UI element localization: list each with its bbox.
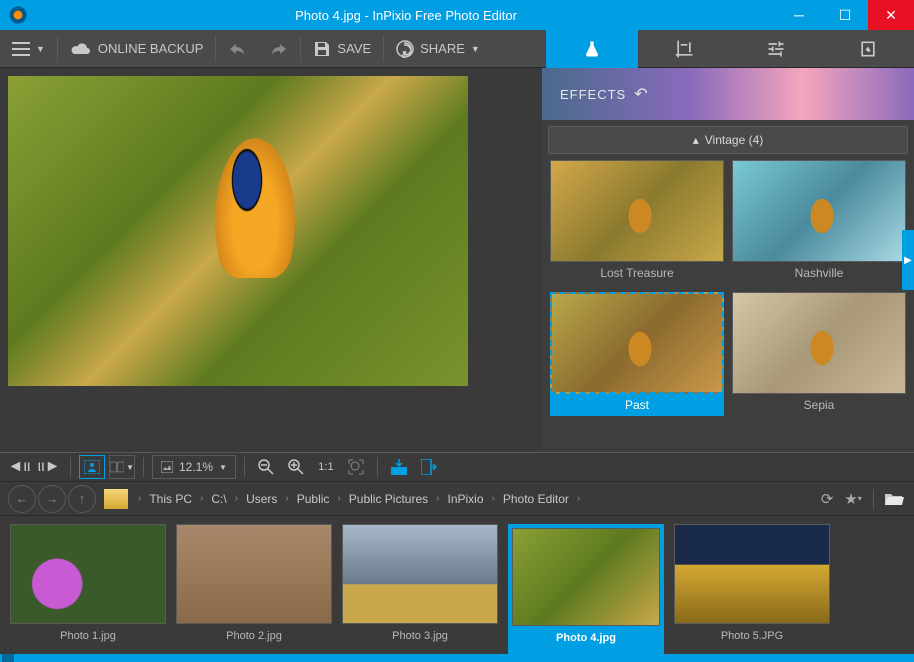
prev-image-button[interactable]: ◄ιι [6,455,32,479]
zoom-actual-button[interactable]: 1:1 [313,455,339,479]
thumb-photo-1[interactable]: Photo 1.jpg [10,524,166,654]
export-button[interactable] [416,455,442,479]
effect-past[interactable]: Past [550,292,724,416]
crumb-drive[interactable]: C:\ [207,492,230,506]
redo-icon [270,42,288,56]
redo-button[interactable] [258,30,300,68]
thumbnail-image [512,528,660,626]
chevron-up-icon: ▴ [693,133,699,147]
share-icon [396,40,414,58]
export-icon [421,459,437,475]
effect-thumbnail [550,292,724,394]
zoom-fit-button[interactable] [343,455,369,479]
image-icon [161,461,173,473]
thumbnail-strip: Photo 1.jpg Photo 2.jpg Photo 3.jpg Phot… [0,516,914,654]
compare-icon [110,460,124,474]
crumb-public[interactable]: Public [293,492,334,506]
thumbnail-image [10,524,166,624]
close-button[interactable]: ✕ [868,0,914,30]
effect-thumbnail [550,160,724,262]
online-backup-button[interactable]: ONLINE BACKUP [58,30,215,68]
compare-view-button[interactable]: ▼ [109,455,135,479]
zoom-toolbar: ◄ιι ιι► ▼ 12.1% ▼ 1:1 [0,452,914,482]
main-image[interactable] [8,76,468,386]
effects-category-toggle[interactable]: ▴ Vintage (4) [548,126,908,154]
crumb-photo-editor[interactable]: Photo Editor [499,492,573,506]
frame-icon [858,39,878,59]
crumb-users[interactable]: Users [242,492,281,506]
import-icon [391,459,407,475]
effects-header: EFFECTS ↶ [542,68,914,120]
next-image-button[interactable]: ιι► [36,455,62,479]
open-folder-button[interactable] [882,487,906,511]
effect-nashville[interactable]: Nashville [732,160,906,284]
panel-expand-handle[interactable]: ▶ [902,230,914,290]
main-toolbar: ▼ ONLINE BACKUP SAVE SHARE ▼ [0,30,914,68]
sliders-icon [766,39,786,59]
minimize-button[interactable]: ─ [776,0,822,30]
menu-button[interactable]: ▼ [0,30,57,68]
status-bar [0,654,914,662]
nav-forward-button[interactable]: → [38,485,66,513]
effect-lost-treasure[interactable]: Lost Treasure [550,160,724,284]
share-button[interactable]: SHARE ▼ [384,30,492,68]
undo-button[interactable] [216,30,258,68]
crumb-public-pictures[interactable]: Public Pictures [345,492,432,506]
thumb-photo-2[interactable]: Photo 2.jpg [176,524,332,654]
zoom-out-button[interactable] [253,455,279,479]
effects-panel: EFFECTS ↶ ▴ Vintage (4) Lost Treasure Na… [542,68,914,452]
thumb-photo-3[interactable]: Photo 3.jpg [342,524,498,654]
effect-thumbnail [732,292,906,394]
refresh-button[interactable]: ⟳ [815,487,839,511]
flask-icon [582,39,602,59]
thumb-photo-5[interactable]: Photo 5.JPG [674,524,830,654]
tab-adjust[interactable] [730,30,822,68]
open-folder-icon [884,492,904,506]
app-icon [8,5,28,25]
person-icon [84,460,100,474]
maximize-button[interactable]: ☐ [822,0,868,30]
effect-sepia[interactable]: Sepia [732,292,906,416]
hamburger-icon [12,42,30,56]
cloud-icon [70,41,92,57]
nav-back-button[interactable]: ← [8,485,36,513]
favorite-button[interactable]: ★▾ [841,487,865,511]
nav-up-button[interactable]: ↑ [68,485,96,513]
import-button[interactable] [386,455,412,479]
titlebar: Photo 4.jpg - InPixio Free Photo Editor … [0,0,914,30]
fit-icon [348,459,364,475]
zoom-in-button[interactable] [283,455,309,479]
undo-icon [228,42,246,56]
thumbnail-image [176,524,332,624]
tab-effects[interactable] [546,30,638,68]
effects-undo-icon[interactable]: ↶ [634,84,647,104]
single-view-button[interactable] [79,455,105,479]
save-icon [313,40,331,58]
thumbnail-image [674,524,830,624]
thumbnail-image [342,524,498,624]
tab-frames[interactable] [822,30,914,68]
breadcrumb-bar: ← → ↑ › This PC › C:\ › Users › Public ›… [0,482,914,516]
crop-icon [674,39,694,59]
chevron-right-icon: › [136,493,143,504]
effect-thumbnail [732,160,906,262]
crumb-inpixio[interactable]: InPixio [444,492,488,506]
zoom-level-dropdown[interactable]: 12.1% ▼ [152,455,236,479]
window-title: Photo 4.jpg - InPixio Free Photo Editor [36,8,776,23]
zoom-out-icon [257,458,275,476]
canvas-area [0,68,542,452]
save-button[interactable]: SAVE [301,30,383,68]
thumb-photo-4[interactable]: Photo 4.jpg [508,524,664,654]
crumb-this-pc[interactable]: This PC [145,492,196,506]
zoom-in-icon [287,458,305,476]
tab-crop[interactable] [638,30,730,68]
folder-icon [104,489,128,509]
